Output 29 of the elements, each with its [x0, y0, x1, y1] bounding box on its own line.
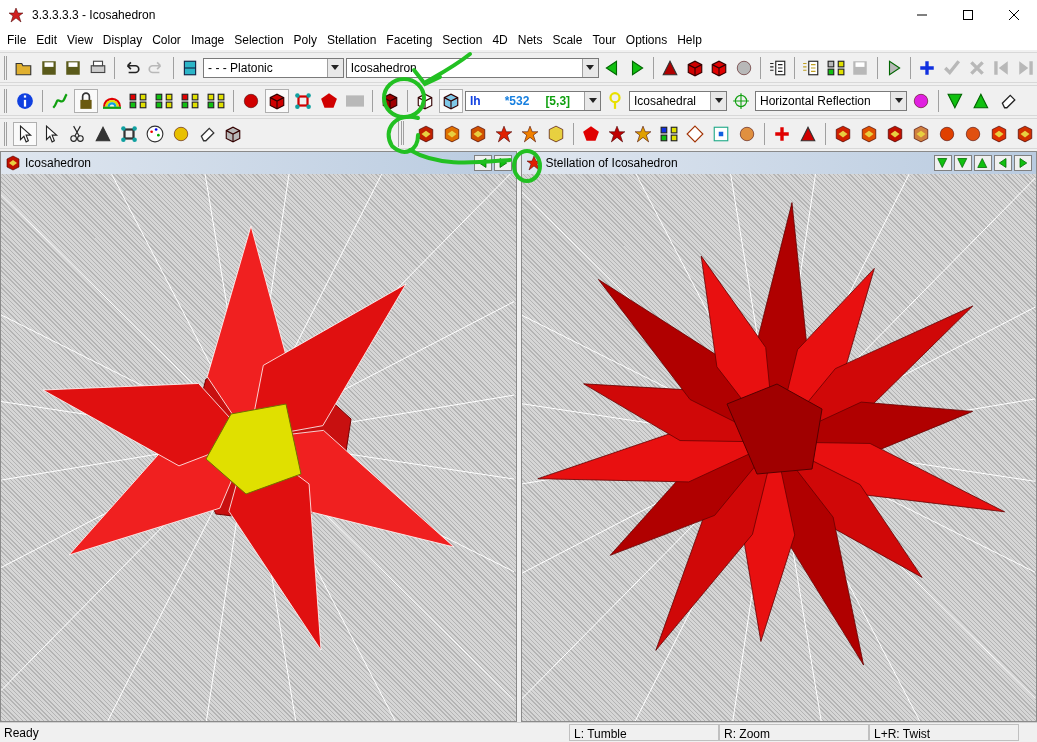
pane-title: Icosahedron — [25, 155, 92, 172]
symmetry-dropdown[interactable]: Ih *532 [5,3] — [465, 90, 601, 111]
status-pane: R: Zoom — [719, 724, 869, 741]
menu-item[interactable]: Color — [147, 31, 186, 49]
menu-item[interactable]: Selection — [229, 31, 289, 49]
dropdown[interactable]: - - - Platonic — [203, 57, 344, 78]
menu-item[interactable]: Tour — [587, 31, 621, 49]
window-title: 3.3.3.3.3 - Icosahedron — [32, 7, 156, 24]
menu-item[interactable]: View — [62, 31, 98, 49]
dropdown[interactable]: Icosahedral — [629, 90, 727, 111]
menu-item[interactable]: Display — [97, 31, 148, 49]
status-text: Ready — [3, 724, 40, 742]
menu-item[interactable]: Poly — [288, 31, 322, 49]
status-pane: L: Tumble — [569, 724, 719, 741]
menu-item[interactable]: Options — [620, 31, 673, 49]
menu-item[interactable]: Help — [672, 31, 707, 49]
dropdown[interactable]: Horizontal Reflection — [755, 90, 907, 111]
menu-item[interactable]: File — [2, 31, 32, 49]
menu-item[interactable]: 4D — [487, 31, 513, 49]
menu-item[interactable]: Edit — [31, 31, 63, 49]
menu-item[interactable]: Section — [437, 31, 488, 49]
status-pane: L+R: Twist — [869, 724, 1019, 741]
menu-item[interactable]: Stellation — [321, 31, 382, 49]
menu-item[interactable]: Scale — [547, 31, 588, 49]
menu-item[interactable]: Image — [185, 31, 230, 49]
menu-item[interactable]: Nets — [512, 31, 548, 49]
dropdown[interactable]: Icosahedron — [345, 57, 599, 78]
menu-item[interactable]: Faceting — [381, 31, 438, 49]
pane-title: Stellation of Icosahedron — [545, 155, 678, 172]
